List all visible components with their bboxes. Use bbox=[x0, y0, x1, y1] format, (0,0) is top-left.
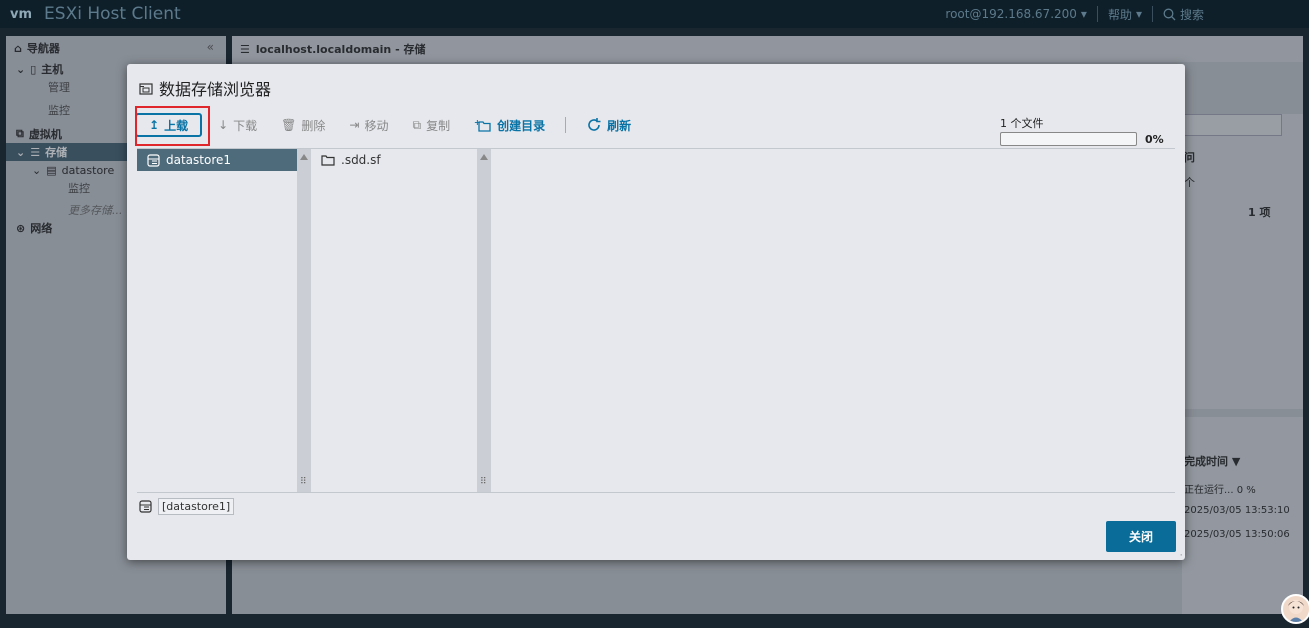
folder-row[interactable]: .sdd.sf bbox=[311, 149, 477, 171]
divider bbox=[1096, 6, 1098, 22]
refresh-button[interactable]: 刷新 bbox=[574, 112, 643, 138]
copy-label: 复制 bbox=[426, 118, 451, 133]
search-icon bbox=[1163, 8, 1176, 20]
download-label: 下载 bbox=[233, 118, 258, 133]
path-bar: [datastore1] bbox=[137, 492, 1175, 515]
scroll-up-icon[interactable] bbox=[300, 154, 308, 160]
toolbar-divider bbox=[565, 117, 567, 133]
folder-name: .sdd.sf bbox=[341, 153, 381, 167]
datastore-row[interactable]: datastore1 bbox=[137, 149, 297, 171]
search-button[interactable]: 搜索 bbox=[1163, 6, 1204, 23]
datastore-icon bbox=[139, 500, 152, 513]
new-folder-icon: + bbox=[474, 118, 491, 132]
top-bar: vm ESXi Host Client root@192.168.67.200 ▾… bbox=[0, 0, 1309, 28]
user-menu[interactable]: root@192.168.67.200 ▾ bbox=[945, 7, 1087, 21]
download-button[interactable]: ↓ 下载 bbox=[206, 112, 269, 138]
upload-label: 上载 bbox=[164, 118, 189, 133]
refresh-label: 刷新 bbox=[607, 118, 632, 133]
download-icon: ↓ bbox=[218, 118, 229, 132]
progress-percent: 0% bbox=[1145, 132, 1164, 146]
help-menu[interactable]: 帮助 ▾ bbox=[1108, 6, 1142, 23]
datastore-column-scrollbar[interactable]: ⠿ bbox=[297, 149, 311, 493]
user-label: root@192.168.67.200 bbox=[945, 7, 1077, 21]
avatar-face-icon bbox=[1288, 600, 1304, 622]
copy-icon: ⧉ bbox=[412, 117, 422, 132]
dialog-title-text: 数据存储浏览器 bbox=[159, 80, 272, 99]
datastore-browser-icon bbox=[139, 82, 153, 95]
search-label: 搜索 bbox=[1179, 7, 1204, 22]
resize-handle-icon[interactable]: ⠠ bbox=[1177, 549, 1183, 558]
move-button[interactable]: ⇥ 移动 bbox=[337, 112, 400, 138]
scroll-up-icon[interactable] bbox=[480, 154, 488, 160]
refresh-icon bbox=[588, 118, 601, 131]
datastore-browser-dialog: 数据存储浏览器 ↥ 上载 ↓ 下载 🗑︎ 删除 ⇥ 移动 ⧉ 复制 + 创建目录 bbox=[127, 64, 1185, 560]
trash-icon: 🗑︎ bbox=[281, 118, 297, 132]
folder-icon bbox=[321, 155, 335, 166]
create-directory-label: 创建目录 bbox=[497, 118, 546, 133]
progress-file-count: 1 个文件 bbox=[1000, 117, 1044, 130]
help-label: 帮助 bbox=[1107, 7, 1132, 22]
progress-bar bbox=[1000, 132, 1137, 146]
upload-icon: ↥ bbox=[149, 118, 160, 132]
delete-label: 删除 bbox=[301, 118, 326, 133]
divider bbox=[1151, 6, 1153, 22]
datastore-icon bbox=[147, 153, 160, 167]
upload-button[interactable]: ↥ 上载 bbox=[135, 113, 203, 137]
file-browser: datastore1 ⠿ .sdd.sf ⠿ bbox=[137, 148, 1175, 493]
create-directory-button[interactable]: + 创建目录 bbox=[462, 112, 557, 138]
chevron-down-icon: ▾ bbox=[1080, 7, 1087, 21]
file-column bbox=[491, 149, 1175, 493]
folder-column: .sdd.sf bbox=[311, 149, 477, 493]
datastore-column: datastore1 bbox=[137, 149, 297, 493]
dialog-title: 数据存储浏览器 bbox=[139, 76, 271, 100]
close-button[interactable]: 关闭 bbox=[1106, 521, 1176, 552]
avatar[interactable] bbox=[1281, 594, 1309, 624]
copy-button[interactable]: ⧉ 复制 bbox=[400, 112, 462, 138]
datastore-name: datastore1 bbox=[166, 153, 232, 167]
chevron-down-icon: ▾ bbox=[1135, 7, 1142, 21]
resize-grip-icon[interactable]: ⠿ bbox=[480, 477, 487, 487]
delete-button[interactable]: 🗑︎ 删除 bbox=[269, 112, 337, 138]
app-title: ESXi Host Client bbox=[44, 4, 181, 24]
move-icon: ⇥ bbox=[349, 118, 360, 132]
resize-grip-icon[interactable]: ⠿ bbox=[300, 477, 307, 487]
current-path: [datastore1] bbox=[158, 498, 235, 515]
browser-toolbar: ↥ 上载 ↓ 下载 🗑︎ 删除 ⇥ 移动 ⧉ 复制 + 创建目录 刷新 bbox=[135, 112, 643, 138]
folder-column-scrollbar[interactable]: ⠿ bbox=[477, 149, 491, 493]
vmware-logo: vm bbox=[10, 6, 33, 22]
upload-progress: 1 个文件 0% bbox=[1000, 115, 1175, 146]
move-label: 移动 bbox=[364, 118, 389, 133]
